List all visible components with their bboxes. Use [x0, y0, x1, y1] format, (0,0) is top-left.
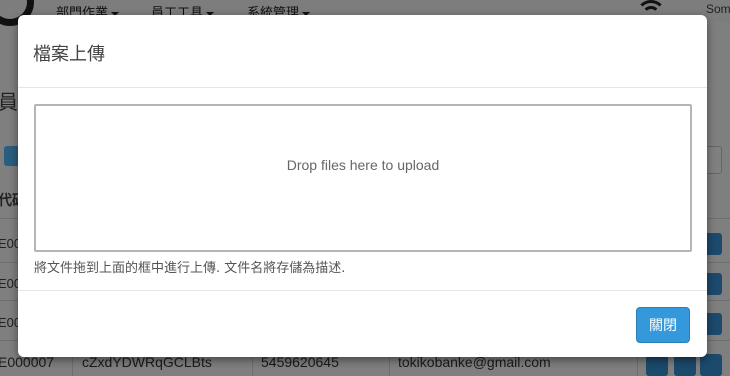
modal-footer: 關閉 [18, 290, 707, 357]
upload-help-text: 將文件拖到上面的框中進行上傳. 文件名將存儲為描述. [34, 261, 346, 276]
modal-header: 檔案上傳 [18, 15, 707, 88]
copy-button[interactable] [700, 354, 722, 376]
modal-title: 檔案上傳 [33, 44, 105, 65]
row-actions [644, 354, 724, 376]
view-button[interactable] [646, 354, 668, 376]
user-menu[interactable]: Som [706, 2, 730, 16]
file-dropzone[interactable]: Drop files here to upload [34, 104, 692, 252]
edit-button[interactable] [674, 354, 696, 376]
upload-modal: 檔案上傳 Drop files here to upload 將文件拖到上面的框… [18, 15, 707, 357]
close-button[interactable]: 關閉 [636, 307, 690, 343]
dropzone-message: Drop files here to upload [286, 157, 440, 173]
